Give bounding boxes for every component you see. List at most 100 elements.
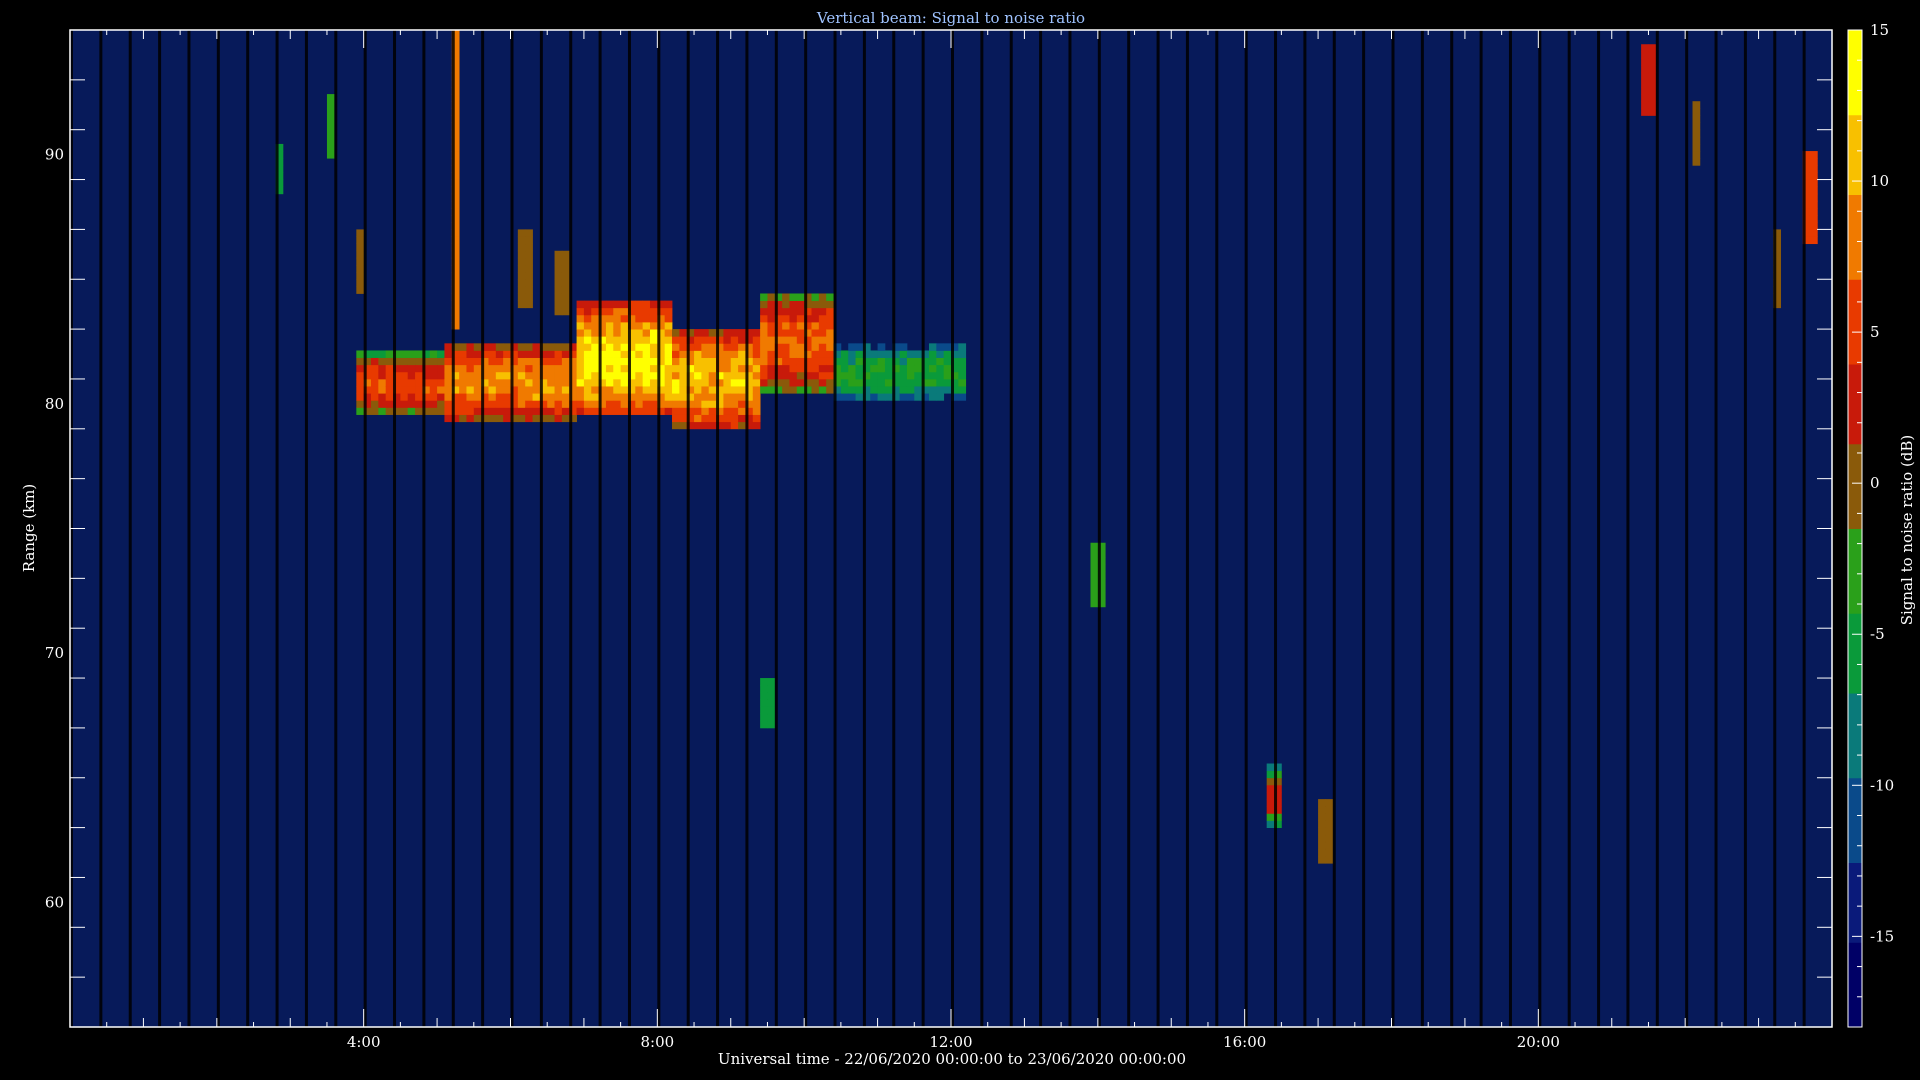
heatmap-cell (782, 293, 790, 302)
data-gap-stripe (481, 30, 485, 1027)
heatmap-cell (664, 300, 673, 309)
colorbar-segment (1848, 378, 1862, 385)
heatmap-cell (356, 407, 365, 415)
colorbar-tick-label: -5 (1870, 625, 1885, 643)
heatmap-cell (811, 293, 820, 302)
colorbar-segment (1848, 44, 1862, 51)
heatmap-cell (525, 243, 533, 252)
heatmap-cell (694, 393, 702, 401)
heatmap-cell (583, 378, 592, 387)
colorbar-segment (1848, 483, 1862, 490)
heatmap-cell (789, 364, 798, 373)
heatmap-cell (591, 407, 599, 415)
heatmap-cell (936, 378, 945, 387)
colorbar-segment (1848, 623, 1862, 629)
colorbar-segment (1848, 154, 1862, 161)
heatmap-cell (767, 350, 776, 358)
heatmap-cell (620, 329, 629, 337)
heatmap-cell (605, 321, 614, 330)
heatmap-cell (525, 407, 533, 415)
heatmap-cell (767, 678, 776, 686)
heatmap-cell (400, 357, 409, 366)
heatmap-cell (826, 378, 834, 387)
heatmap-cell (701, 371, 710, 380)
heatmap-cell (635, 386, 644, 394)
colorbar-segment (1848, 319, 1862, 325)
colorbar-segment (1848, 902, 1862, 908)
heatmap-cell (400, 350, 409, 358)
heatmap-cell (525, 300, 533, 309)
colorbar-segment (1848, 737, 1862, 744)
colorbar-segment (1848, 388, 1862, 395)
heatmap-cell (826, 350, 834, 358)
heatmap-cell (561, 300, 570, 309)
heatmap-cell (1266, 784, 1275, 793)
colorbar-segment (1848, 498, 1862, 505)
heatmap-cell (694, 421, 702, 430)
heatmap-cell (466, 350, 475, 358)
heatmap-cell (613, 336, 622, 344)
heatmap-cell (796, 378, 805, 387)
colorbar-segment (1848, 1002, 1862, 1008)
colorbar-segment (1848, 408, 1862, 415)
heatmap-cell (459, 357, 467, 366)
heatmap-cell (532, 386, 541, 394)
heatmap-cell (561, 386, 570, 394)
data-gap-stripe (1685, 30, 1689, 1027)
heatmap-cell (444, 371, 453, 380)
heatmap-cell (928, 393, 937, 401)
heatmap-cell (517, 343, 526, 351)
heatmap-cell (708, 364, 717, 373)
heatmap-cell (1648, 94, 1657, 102)
colorbar-segment (1848, 383, 1862, 390)
heatmap-cell (517, 393, 526, 401)
heatmap-cell (877, 378, 886, 387)
heatmap-cell (767, 314, 776, 323)
heatmap-cell (517, 293, 526, 302)
heatmap-cell (356, 243, 365, 252)
heatmap-cell (554, 307, 563, 316)
colorbar-segment (1848, 398, 1862, 405)
heatmap-cell (620, 393, 629, 401)
heatmap-cell (583, 350, 592, 358)
heatmap-cell (437, 407, 445, 415)
heatmap-cell (796, 321, 805, 330)
heatmap-cell (1809, 186, 1818, 195)
heatmap-cell (767, 357, 776, 366)
heatmap-cell (407, 371, 416, 380)
snr-heatmap-chart: Vertical beam: Signal to noise ratio 4:0… (20, 9, 1916, 1068)
heatmap-cell (561, 393, 570, 401)
heatmap-cell (679, 393, 688, 401)
heatmap-cell (554, 364, 563, 373)
colorbar-segment (1848, 139, 1862, 146)
heatmap-cell (767, 321, 776, 330)
heatmap-cell (591, 378, 599, 387)
heatmap-cell (664, 393, 673, 401)
heatmap-cell (385, 386, 394, 394)
heatmap-cell (459, 350, 467, 358)
heatmap-cell (679, 336, 688, 344)
colorbar-label: Signal to noise ratio (dB) (1898, 435, 1916, 626)
heatmap-cell (620, 407, 629, 415)
heatmap-cell (437, 357, 445, 366)
data-gap-stripe (980, 30, 984, 1027)
heatmap-cell (1266, 813, 1275, 821)
heatmap-cell (495, 350, 504, 358)
data-gap-stripe (1743, 30, 1747, 1027)
data-gap-stripe (128, 30, 132, 1027)
heatmap-cell (789, 300, 798, 309)
heatmap-cell (1641, 51, 1649, 59)
colorbar-segment (1848, 264, 1862, 270)
heatmap-cell (730, 414, 739, 423)
heatmap-cell (488, 357, 497, 366)
heatmap-cell (672, 393, 680, 401)
colorbar-segment (1848, 159, 1862, 166)
heatmap-cell (583, 307, 592, 316)
heatmap-cell (503, 407, 511, 415)
colorbar-segment (1848, 209, 1862, 215)
heatmap-cell (583, 329, 592, 337)
colorbar-segment (1848, 59, 1862, 66)
heatmap-cell (789, 336, 798, 344)
heatmap-cell (649, 307, 658, 316)
heatmap-cell (459, 343, 467, 351)
